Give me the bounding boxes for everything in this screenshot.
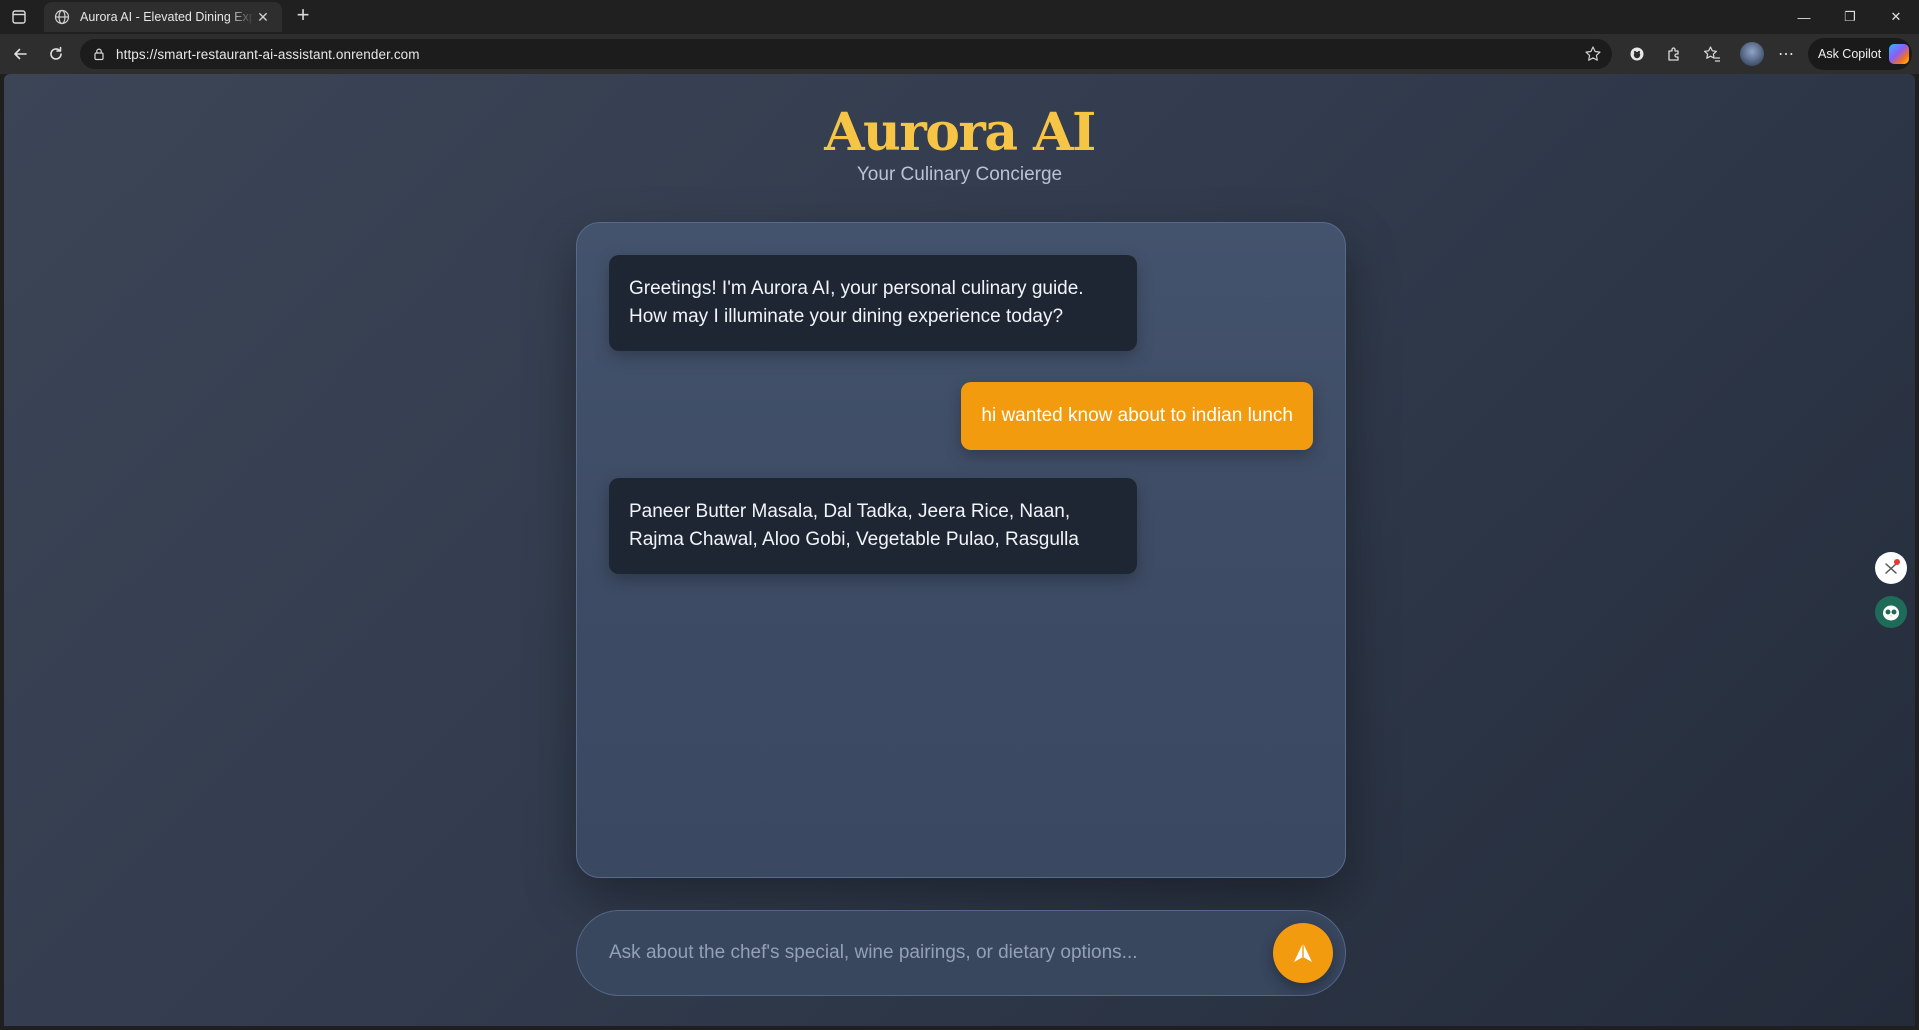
page-viewport: Aurora AI Your Culinary Concierge Greeti… xyxy=(4,74,1915,1026)
url-text: https://smart-restaurant-ai-assistant.on… xyxy=(116,46,420,62)
puzzle-icon[interactable] xyxy=(1664,44,1684,64)
more-icon[interactable]: ⋯ xyxy=(1776,44,1796,64)
shortcut-icon[interactable] xyxy=(1875,552,1907,584)
bot-message: Paneer Butter Masala, Dal Tadka, Jeera R… xyxy=(609,478,1137,574)
browser-tab[interactable]: Aurora AI - Elevated Dining Experience ✕ xyxy=(44,2,282,32)
minimize-button[interactable]: — xyxy=(1781,0,1827,34)
chat-window: Greetings! I'm Aurora AI, your personal … xyxy=(576,222,1346,878)
copilot-icon xyxy=(1889,44,1910,64)
send-icon xyxy=(1294,943,1312,962)
copilot-label: Ask Copilot xyxy=(1818,47,1882,61)
favorites-icon[interactable] xyxy=(1702,44,1722,64)
browser-titlebar: Aurora AI - Elevated Dining Experience ✕… xyxy=(0,0,1919,34)
star-icon[interactable] xyxy=(1584,45,1602,63)
extension-icon[interactable] xyxy=(1627,44,1647,64)
globe-icon xyxy=(54,9,70,25)
page-title: Aurora AI xyxy=(824,102,1096,163)
page-subtitle: Your Culinary Concierge xyxy=(856,164,1063,185)
ask-copilot-button[interactable]: Ask Copilot xyxy=(1808,38,1912,70)
send-button[interactable] xyxy=(1273,923,1333,983)
lock-icon[interactable] xyxy=(92,47,106,61)
new-tab-button[interactable]: + xyxy=(292,4,314,27)
restore-button[interactable]: ❐ xyxy=(1827,0,1873,34)
browser-toolbar: https://smart-restaurant-ai-assistant.on… xyxy=(0,34,1919,74)
user-message: hi wanted know about to indian lunch xyxy=(961,382,1313,450)
message-composer xyxy=(576,910,1346,996)
refresh-icon[interactable] xyxy=(44,42,68,66)
close-window-button[interactable]: ✕ xyxy=(1873,0,1919,34)
address-bar[interactable]: https://smart-restaurant-ai-assistant.on… xyxy=(80,39,1612,69)
message-input[interactable] xyxy=(609,942,1273,964)
close-tab-icon[interactable]: ✕ xyxy=(254,9,272,26)
bot-message: Greetings! I'm Aurora AI, your personal … xyxy=(609,255,1137,351)
profile-icon[interactable] xyxy=(1740,42,1764,66)
back-icon[interactable] xyxy=(8,42,32,66)
tab-title: Aurora AI - Elevated Dining Experience xyxy=(80,10,255,24)
window-icon[interactable] xyxy=(10,8,28,26)
owl-icon[interactable] xyxy=(1875,596,1907,628)
